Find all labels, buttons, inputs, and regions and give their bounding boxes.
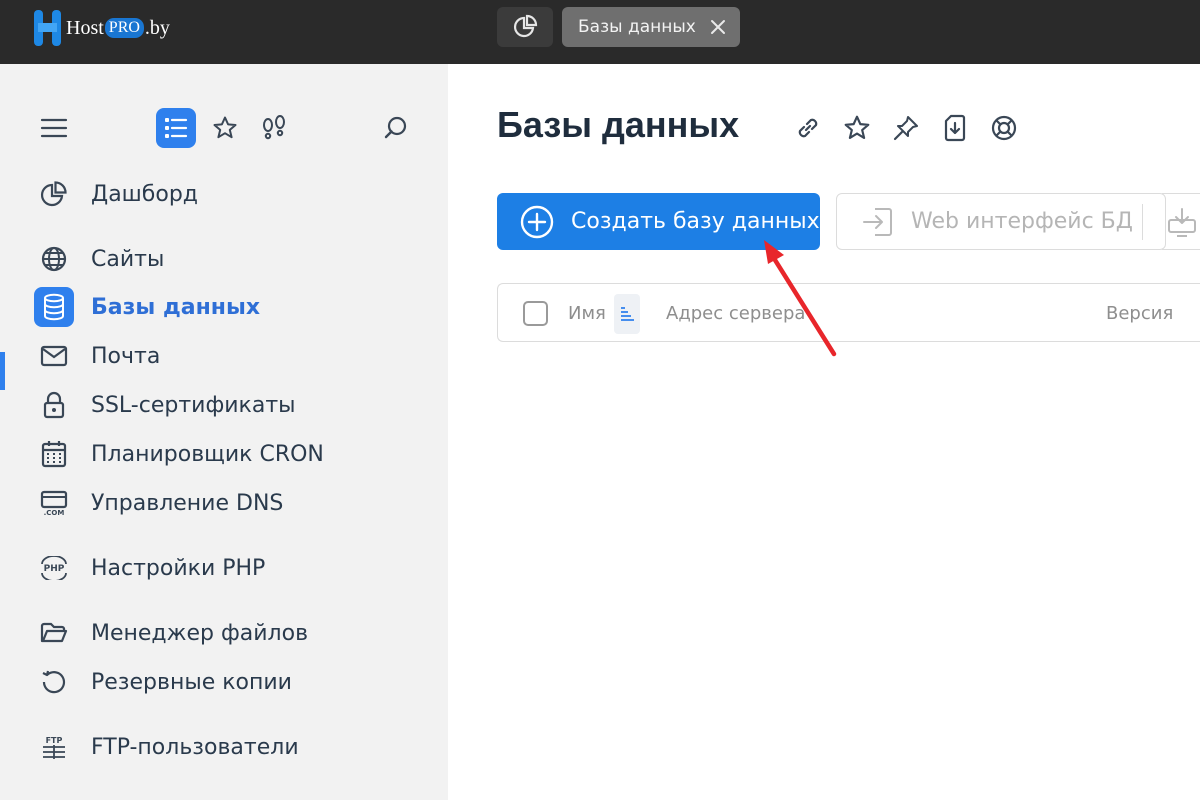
ftp-icon: FTP bbox=[34, 727, 74, 767]
close-icon[interactable] bbox=[708, 17, 728, 37]
help-lifebuoy-icon[interactable] bbox=[988, 112, 1020, 144]
brand-suffix: .by bbox=[144, 16, 170, 39]
dashboard-pie-icon bbox=[513, 14, 538, 38]
brand-prefix: Host bbox=[66, 16, 104, 39]
star-icon bbox=[213, 116, 237, 139]
top-bar: Host PRO .by Базы данных bbox=[0, 0, 1200, 64]
sidebar-item-ftp[interactable]: FTP FTP-пользователи bbox=[34, 727, 434, 767]
hostpro-logo-icon bbox=[34, 10, 61, 46]
mail-icon bbox=[34, 336, 74, 376]
link-icon[interactable] bbox=[792, 112, 824, 144]
sidebar-item-ssl[interactable]: SSL-сертификаты bbox=[34, 385, 434, 425]
sidebar-toolbar bbox=[0, 108, 448, 152]
globe-icon bbox=[34, 239, 74, 279]
sort-icon bbox=[621, 307, 634, 321]
column-header-version[interactable]: Версия bbox=[1106, 303, 1173, 324]
sidebar-view-steps[interactable] bbox=[254, 108, 294, 148]
brand-name: Host PRO .by bbox=[66, 17, 170, 40]
sidebar-item-label: Настройки PHP bbox=[91, 555, 266, 581]
sidebar-item-dns[interactable]: .COM Управление DNS bbox=[34, 483, 434, 523]
search-icon bbox=[384, 116, 407, 139]
star-icon[interactable] bbox=[841, 112, 873, 144]
sidebar-item-label: SSL-сертификаты bbox=[91, 392, 296, 418]
sidebar-item-dashboard[interactable]: Дашборд bbox=[34, 174, 434, 214]
active-indicator bbox=[0, 352, 5, 390]
php-icon: PHP bbox=[34, 548, 74, 588]
svg-text:.COM: .COM bbox=[44, 509, 65, 517]
tab-label: Базы данных bbox=[578, 17, 696, 37]
svg-text:PHP: PHP bbox=[44, 564, 65, 574]
sidebar-item-label: Управление DNS bbox=[91, 490, 284, 516]
web-interface-label: Web интерфейс БД bbox=[911, 209, 1133, 234]
document-download-icon[interactable] bbox=[939, 112, 971, 144]
sidebar-view-favorites[interactable] bbox=[205, 108, 245, 148]
sidebar-search[interactable] bbox=[376, 108, 416, 148]
svg-text:FTP: FTP bbox=[46, 736, 63, 745]
column-header-name[interactable]: Имя bbox=[568, 303, 606, 324]
page-title: Базы данных bbox=[497, 104, 740, 145]
database-icon bbox=[34, 287, 74, 327]
download-button[interactable] bbox=[1162, 193, 1200, 250]
sidebar-item-label: FTP-пользователи bbox=[91, 734, 299, 760]
calendar-icon bbox=[34, 434, 74, 474]
annotation-arrow bbox=[764, 240, 837, 357]
dns-com-icon: .COM bbox=[34, 483, 74, 523]
folder-icon bbox=[34, 613, 74, 653]
plus-circle-icon bbox=[520, 205, 554, 238]
sidebar-view-list[interactable] bbox=[156, 108, 196, 148]
dashboard-pie-icon bbox=[34, 174, 74, 214]
sidebar: Дашборд Сайты Базы данных Почта SSL-серт… bbox=[0, 64, 448, 800]
sidebar-item-label: Менеджер файлов bbox=[91, 620, 309, 646]
sidebar-item-cron[interactable]: Планировщик CRON bbox=[34, 434, 434, 474]
sidebar-item-backups[interactable]: Резервные копии bbox=[34, 662, 434, 702]
lock-icon bbox=[34, 385, 74, 425]
list-icon bbox=[165, 118, 188, 138]
hamburger-icon bbox=[40, 118, 68, 138]
sidebar-item-label: Почта bbox=[91, 343, 161, 369]
title-actions bbox=[792, 112, 1020, 144]
select-all-checkbox[interactable] bbox=[523, 301, 548, 326]
brand-pro: PRO bbox=[104, 18, 144, 38]
login-arrow-icon bbox=[863, 207, 892, 236]
sidebar-item-php[interactable]: PHP Настройки PHP bbox=[34, 548, 434, 588]
sidebar-item-label: Резервные копии bbox=[91, 669, 292, 695]
download-icon bbox=[1168, 207, 1196, 237]
brand-logo[interactable]: Host PRO .by bbox=[34, 10, 170, 46]
pin-icon[interactable] bbox=[890, 112, 922, 144]
sidebar-item-label: Базы данных bbox=[91, 294, 261, 320]
sidebar-item-label: Планировщик CRON bbox=[91, 441, 324, 467]
web-interface-button[interactable]: Web интерфейс БД bbox=[836, 193, 1166, 250]
sidebar-item-label: Дашборд bbox=[91, 181, 199, 207]
sidebar-item-file-manager[interactable]: Менеджер файлов bbox=[34, 613, 434, 653]
tab-databases[interactable]: Базы данных bbox=[562, 7, 740, 47]
footprints-icon bbox=[263, 115, 285, 140]
sidebar-item-mail[interactable]: Почта bbox=[34, 336, 434, 376]
sidebar-item-sites[interactable]: Сайты bbox=[34, 239, 434, 279]
button-divider bbox=[1142, 204, 1143, 240]
tab-dashboard[interactable] bbox=[497, 7, 553, 47]
backup-icon bbox=[34, 662, 74, 702]
menu-toggle[interactable] bbox=[34, 108, 74, 148]
sort-button[interactable] bbox=[614, 294, 640, 334]
sidebar-item-label: Сайты bbox=[91, 246, 165, 272]
sidebar-item-databases[interactable]: Базы данных bbox=[34, 287, 434, 327]
